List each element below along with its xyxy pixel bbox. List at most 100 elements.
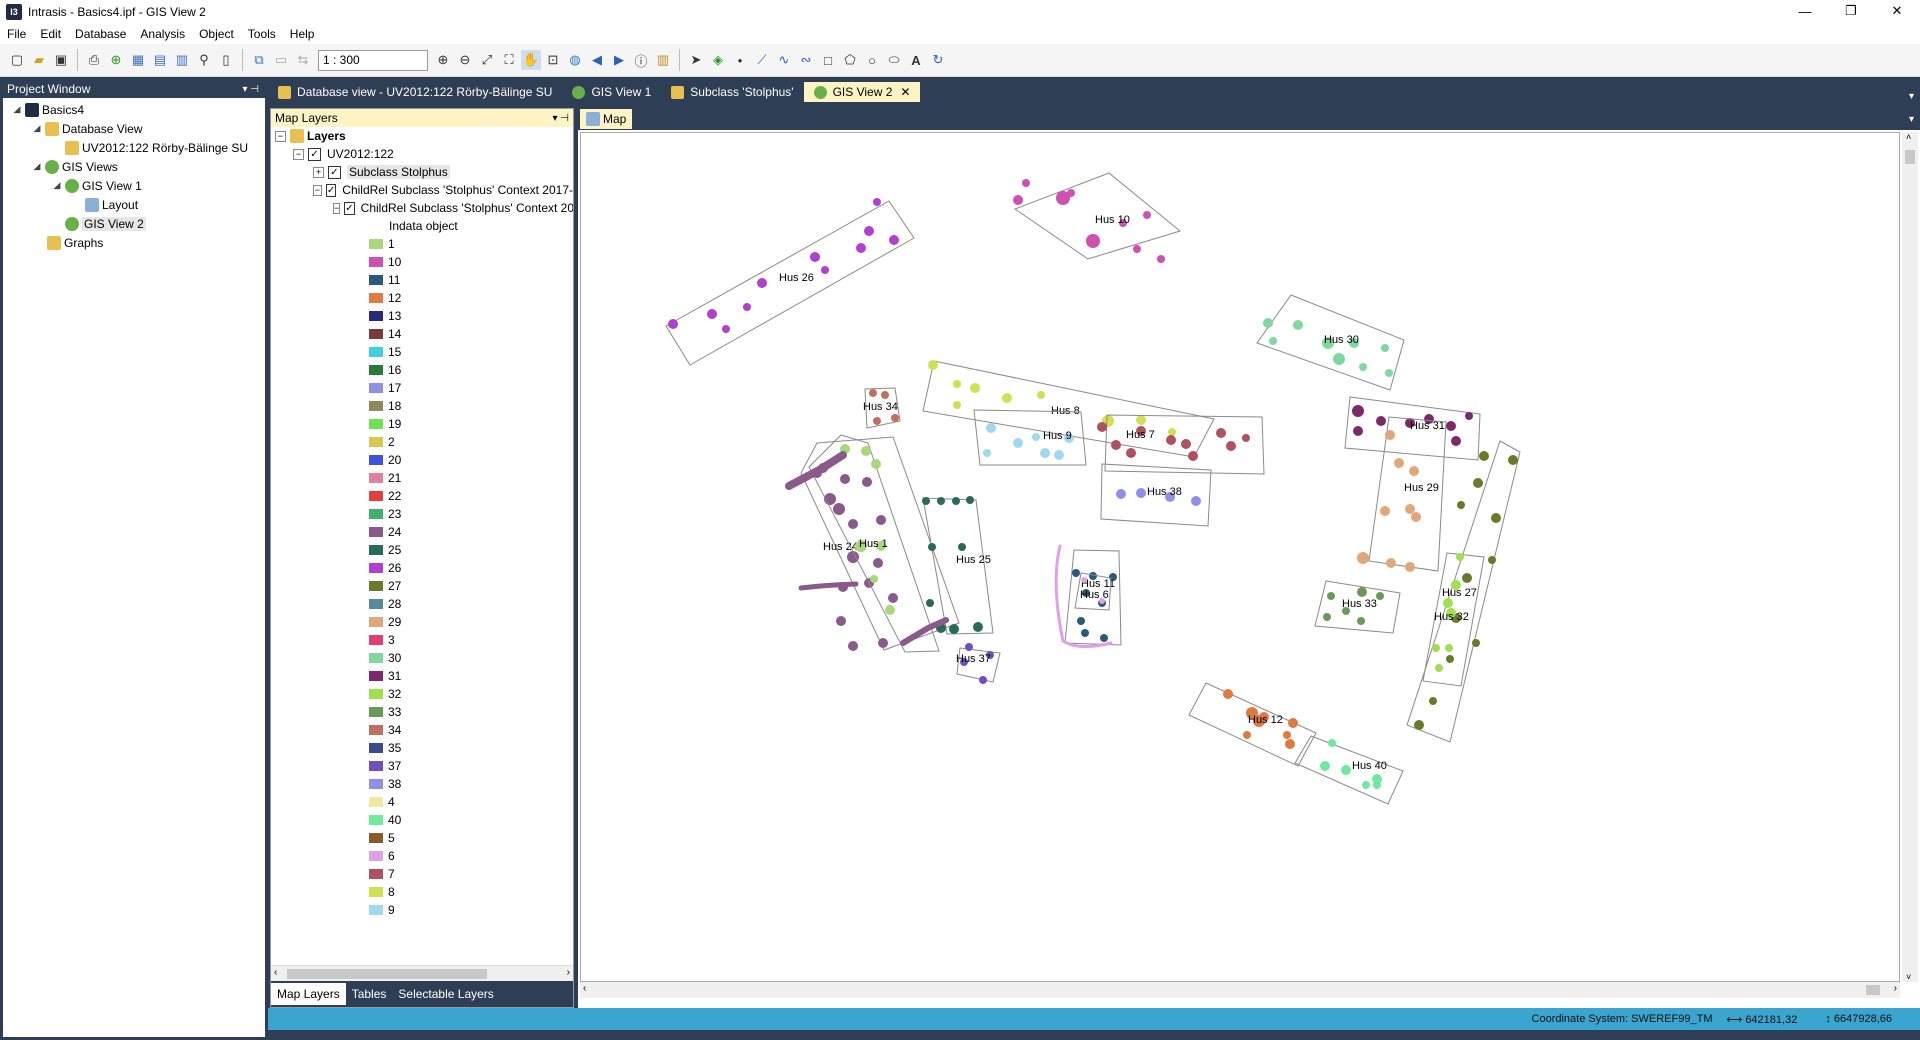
scroll-left-icon[interactable]: ‹ [583, 983, 586, 994]
select-layer-icon[interactable]: ⧉ [249, 50, 269, 70]
menu-edit[interactable]: Edit [33, 27, 68, 41]
report-icon[interactable]: ▥ [172, 50, 192, 70]
menu-analysis[interactable]: Analysis [133, 27, 192, 41]
map-menu-icon[interactable]: ▾ [1909, 114, 1914, 125]
zoom-full-icon[interactable]: ⛶ [499, 50, 519, 70]
zoom-in-icon[interactable]: ⊕ [433, 50, 453, 70]
scroll-thumb[interactable] [287, 969, 487, 979]
legend-swatch [369, 599, 383, 609]
zoom-out-icon[interactable]: ⊖ [455, 50, 475, 70]
pan-icon[interactable]: ✋ [521, 50, 541, 70]
text-icon[interactable]: A [906, 50, 926, 70]
scroll-down-icon[interactable]: ˅ [1906, 972, 1911, 982]
forward-icon[interactable]: ▶ [609, 50, 629, 70]
tree-item-uv2012[interactable]: UV2012:122 Rörby-Bälinge SU [3, 138, 265, 157]
ellipse-icon[interactable]: ⬭ [884, 50, 904, 70]
tab-gis-view-2[interactable]: GIS View 2 ✕ [803, 82, 921, 102]
collapse-icon[interactable]: − [293, 148, 304, 160]
collapse-icon[interactable]: − [275, 130, 286, 142]
curve-icon[interactable]: ∿ [774, 50, 794, 70]
rotate-icon[interactable]: ↻ [928, 50, 948, 70]
collapse-icon[interactable]: − [333, 202, 341, 214]
layer-off-icon[interactable]: ▭ [271, 50, 291, 70]
point-icon[interactable]: • [730, 50, 750, 70]
scroll-left-icon[interactable]: ‹ [274, 967, 277, 978]
open-icon[interactable]: ▰ [29, 50, 49, 70]
tree-item-basics4[interactable]: ◢ Basics4 [3, 100, 265, 119]
scale-input[interactable]: 1 : 300 [318, 49, 428, 71]
document-icon[interactable]: ▯ [216, 50, 236, 70]
freehand-icon[interactable]: ∾ [796, 50, 816, 70]
rectangle-icon[interactable]: □ [818, 50, 838, 70]
map-vertical-scrollbar[interactable]: ˄ ˅ [1902, 132, 1918, 982]
tab-map-layers[interactable]: Map Layers [271, 983, 346, 1005]
print-icon[interactable]: ⎙ [84, 50, 104, 70]
new-icon[interactable]: ▢ [7, 50, 27, 70]
minimize-button[interactable]: — [1782, 0, 1828, 22]
layer-childrel-2[interactable]: − ✓ ChildRel Subclass 'Stolphus' Context 2… [271, 199, 573, 217]
grid-icon[interactable]: ▤ [150, 50, 170, 70]
polygon-icon[interactable]: ⬠ [840, 50, 860, 70]
scroll-up-icon[interactable]: ˄ [1906, 132, 1911, 142]
vscroll-thumb[interactable] [1905, 150, 1915, 164]
tab-gis-view-1[interactable]: GIS View 1 [562, 82, 661, 102]
hscroll-thumb[interactable] [1866, 985, 1880, 995]
tree-item-layout[interactable]: Layout [3, 195, 265, 214]
tree-item-gis-views[interactable]: ◢ GIS Views [3, 157, 265, 176]
layer-subclass[interactable]: + ✓ Subclass Stolphus [271, 163, 573, 181]
legend-label: 21 [388, 471, 402, 485]
tree-item-gis-view-2[interactable]: GIS View 2 [3, 214, 265, 233]
layers-horizontal-scrollbar[interactable]: ‹ › [271, 965, 573, 981]
legend-swatch [369, 743, 383, 753]
collapse-icon[interactable]: − [313, 184, 322, 196]
scroll-right-icon[interactable]: › [1894, 983, 1897, 994]
tab-tables[interactable]: Tables [346, 983, 393, 1005]
tab-database-view[interactable]: Database view - UV2012:122 Rörby-Bälinge… [268, 82, 562, 102]
back-icon[interactable]: ◀ [587, 50, 607, 70]
tab-selectable-layers[interactable]: Selectable Layers [392, 983, 499, 1005]
map-canvas[interactable]: Hus 10 Hus 26 Hus 30 Hus 34 Hus 8 Hus 9 Hus 7 H… [580, 132, 1900, 982]
save-icon[interactable]: ▣ [51, 50, 71, 70]
close-button[interactable]: ✕ [1874, 0, 1920, 22]
layer-childrel-1[interactable]: − ✓ ChildRel Subclass 'Stolphus' Context 2… [271, 181, 573, 199]
panel-pin-icon[interactable]: ▾ ⊣ [552, 113, 569, 124]
pin-icon[interactable]: ▾ ⊣ [242, 84, 259, 95]
layer-childrel-2-checkbox[interactable]: ✓ [344, 201, 355, 215]
menu-object[interactable]: Object [192, 27, 241, 41]
layer-group[interactable]: − ✓ UV2012:122 [271, 145, 573, 163]
table-icon[interactable]: ▦ [128, 50, 148, 70]
map-horizontal-scrollbar[interactable]: ‹ › [580, 982, 1900, 998]
zoom-window-icon[interactable]: ⊡ [543, 50, 563, 70]
layer-root[interactable]: − Layers [271, 127, 573, 145]
layer-childrel-1-checkbox[interactable]: ✓ [325, 183, 337, 197]
polyline-icon[interactable]: ⟋ [752, 50, 772, 70]
add-icon[interactable]: ⊕ [106, 50, 126, 70]
layer-move-icon[interactable]: ⇆ [293, 50, 313, 70]
menu-tools[interactable]: Tools [241, 27, 283, 41]
layer-subclass-checkbox[interactable]: ✓ [328, 165, 341, 179]
close-tab-icon[interactable]: ✕ [900, 85, 910, 99]
select-shapes-icon[interactable]: ◈ [708, 50, 728, 70]
globe-icon[interactable]: ◍ [565, 50, 585, 70]
tools-icon[interactable]: ▥ [653, 50, 673, 70]
menu-database[interactable]: Database [68, 27, 133, 41]
scroll-right-icon[interactable]: › [567, 967, 570, 978]
tab-subclass-stolphus[interactable]: Subclass 'Stolphus' [661, 82, 803, 102]
tab-map[interactable]: Map [580, 109, 633, 129]
pointer-icon[interactable]: ➤ [686, 50, 706, 70]
circle-icon[interactable]: ○ [862, 50, 882, 70]
layer-group-checkbox[interactable]: ✓ [308, 147, 321, 161]
info-icon[interactable]: ⓘ [631, 50, 651, 70]
menu-file[interactable]: File [0, 27, 33, 41]
tree-item-graphs[interactable]: Graphs [3, 233, 265, 252]
post-hole [1100, 634, 1108, 642]
binoculars-icon[interactable]: ⚲ [194, 50, 214, 70]
legend-label: 35 [388, 741, 402, 755]
menu-help[interactable]: Help [283, 27, 322, 41]
tree-item-gis-view-1[interactable]: ◢ GIS View 1 [3, 176, 265, 195]
zoom-extent-icon[interactable]: ⤢ [477, 50, 497, 70]
maximize-button[interactable]: ❐ [1828, 0, 1874, 22]
tab-menu-icon[interactable]: ▾ [1909, 91, 1914, 102]
tree-item-database-view[interactable]: ◢ Database View [3, 119, 265, 138]
expand-icon[interactable]: + [313, 166, 324, 178]
